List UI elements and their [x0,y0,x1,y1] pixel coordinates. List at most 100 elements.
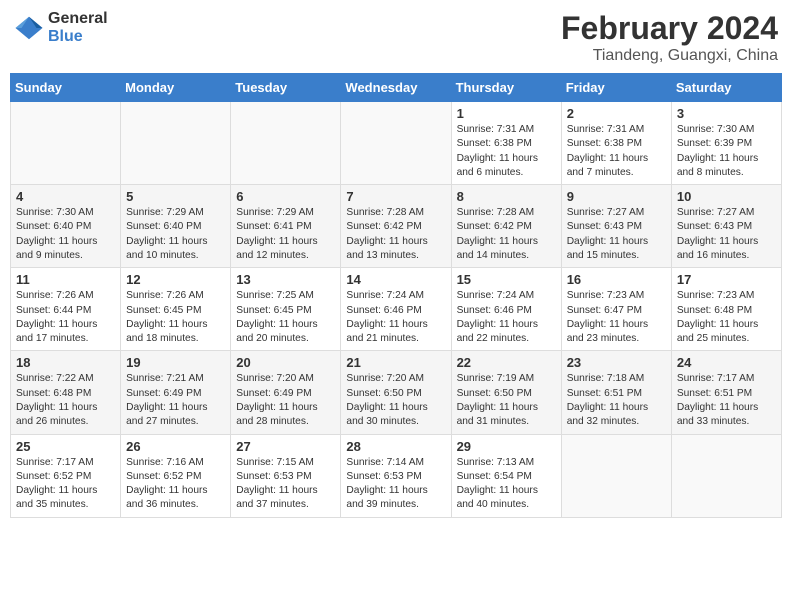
day-info: Sunrise: 7:17 AMSunset: 6:52 PMDaylight:… [16,456,115,513]
day-number: 28 [346,439,445,454]
calendar-cell: 12 Sunrise: 7:26 AMSunset: 6:45 PMDayligh… [121,268,231,351]
day-number: 10 [677,189,776,204]
day-info: Sunrise: 7:19 AMSunset: 6:50 PMDaylight:… [457,372,556,429]
calendar-cell [561,434,671,517]
calendar-cell: 6 Sunrise: 7:29 AMSunset: 6:41 PMDaylight… [231,185,341,268]
day-number: 13 [236,272,335,287]
day-number: 14 [346,272,445,287]
calendar-cell: 9 Sunrise: 7:27 AMSunset: 6:43 PMDaylight… [561,185,671,268]
main-title: February 2024 [561,10,778,47]
day-number: 9 [567,189,666,204]
logo-blue: Blue [48,28,108,46]
calendar-cell: 29 Sunrise: 7:13 AMSunset: 6:54 PMDayligh… [451,434,561,517]
day-info: Sunrise: 7:30 AMSunset: 6:40 PMDaylight:… [16,206,115,263]
day-number: 1 [457,106,556,121]
day-number: 18 [16,355,115,370]
day-number: 6 [236,189,335,204]
day-info: Sunrise: 7:18 AMSunset: 6:51 PMDaylight:… [567,372,666,429]
calendar-cell: 22 Sunrise: 7:19 AMSunset: 6:50 PMDayligh… [451,351,561,434]
calendar-cell: 24 Sunrise: 7:17 AMSunset: 6:51 PMDayligh… [671,351,781,434]
weekday-header-row: Sunday Monday Tuesday Wednesday Thursday… [11,74,782,102]
logo-text: General Blue [48,10,108,45]
day-info: Sunrise: 7:20 AMSunset: 6:49 PMDaylight:… [236,372,335,429]
day-number: 5 [126,189,225,204]
calendar-cell: 7 Sunrise: 7:28 AMSunset: 6:42 PMDaylight… [341,185,451,268]
logo-icon [14,13,44,43]
day-number: 20 [236,355,335,370]
day-number: 22 [457,355,556,370]
day-info: Sunrise: 7:29 AMSunset: 6:40 PMDaylight:… [126,206,225,263]
calendar-cell: 13 Sunrise: 7:25 AMSunset: 6:45 PMDayligh… [231,268,341,351]
day-info: Sunrise: 7:31 AMSunset: 6:38 PMDaylight:… [567,123,666,180]
header-monday: Monday [121,74,231,102]
subtitle: Tiandeng, Guangxi, China [561,47,778,65]
day-info: Sunrise: 7:24 AMSunset: 6:46 PMDaylight:… [457,289,556,346]
calendar-cell: 11 Sunrise: 7:26 AMSunset: 6:44 PMDayligh… [11,268,121,351]
calendar-cell: 10Sunrise: 7:27 AMSunset: 6:43 PMDayligh… [671,185,781,268]
calendar-cell [11,102,121,185]
logo-general: General [48,10,108,28]
calendar-table: Sunday Monday Tuesday Wednesday Thursday… [10,73,782,518]
day-info: Sunrise: 7:30 AMSunset: 6:39 PMDaylight:… [677,123,776,180]
calendar-cell: 8Sunrise: 7:28 AMSunset: 6:42 PMDaylight… [451,185,561,268]
calendar-cell [671,434,781,517]
day-number: 19 [126,355,225,370]
day-number: 12 [126,272,225,287]
day-info: Sunrise: 7:24 AMSunset: 6:46 PMDaylight:… [346,289,445,346]
header-friday: Friday [561,74,671,102]
day-info: Sunrise: 7:22 AMSunset: 6:48 PMDaylight:… [16,372,115,429]
day-number: 27 [236,439,335,454]
day-number: 26 [126,439,225,454]
day-number: 8 [457,189,556,204]
day-info: Sunrise: 7:21 AMSunset: 6:49 PMDaylight:… [126,372,225,429]
calendar-cell: 23 Sunrise: 7:18 AMSunset: 6:51 PMDayligh… [561,351,671,434]
day-number: 29 [457,439,556,454]
day-info: Sunrise: 7:25 AMSunset: 6:45 PMDaylight:… [236,289,335,346]
week-row-4: 18 Sunrise: 7:22 AMSunset: 6:48 PMDayligh… [11,351,782,434]
calendar-cell: 19 Sunrise: 7:21 AMSunset: 6:49 PMDayligh… [121,351,231,434]
calendar-cell [341,102,451,185]
day-number: 21 [346,355,445,370]
header-sunday: Sunday [11,74,121,102]
day-number: 24 [677,355,776,370]
week-row-3: 11 Sunrise: 7:26 AMSunset: 6:44 PMDayligh… [11,268,782,351]
day-number: 2 [567,106,666,121]
day-info: Sunrise: 7:14 AMSunset: 6:53 PMDaylight:… [346,456,445,513]
day-number: 23 [567,355,666,370]
logo: General Blue [14,10,108,45]
header-tuesday: Tuesday [231,74,341,102]
day-info: Sunrise: 7:26 AMSunset: 6:44 PMDaylight:… [16,289,115,346]
day-number: 11 [16,272,115,287]
calendar-cell: 4 Sunrise: 7:30 AMSunset: 6:40 PMDaylight… [11,185,121,268]
day-info: Sunrise: 7:16 AMSunset: 6:52 PMDaylight:… [126,456,225,513]
calendar-cell: 18 Sunrise: 7:22 AMSunset: 6:48 PMDayligh… [11,351,121,434]
week-row-2: 4 Sunrise: 7:30 AMSunset: 6:40 PMDaylight… [11,185,782,268]
day-info: Sunrise: 7:20 AMSunset: 6:50 PMDaylight:… [346,372,445,429]
day-info: Sunrise: 7:23 AMSunset: 6:48 PMDaylight:… [677,289,776,346]
calendar-cell: 5 Sunrise: 7:29 AMSunset: 6:40 PMDaylight… [121,185,231,268]
header-thursday: Thursday [451,74,561,102]
calendar-cell: 28 Sunrise: 7:14 AMSunset: 6:53 PMDayligh… [341,434,451,517]
day-info: Sunrise: 7:28 AMSunset: 6:42 PMDaylight:… [346,206,445,263]
day-info: Sunrise: 7:15 AMSunset: 6:53 PMDaylight:… [236,456,335,513]
day-info: Sunrise: 7:29 AMSunset: 6:41 PMDaylight:… [236,206,335,263]
day-info: Sunrise: 7:13 AMSunset: 6:54 PMDaylight:… [457,456,556,513]
calendar-cell: 1 Sunrise: 7:31 AMSunset: 6:38 PMDaylight… [451,102,561,185]
day-info: Sunrise: 7:26 AMSunset: 6:45 PMDaylight:… [126,289,225,346]
calendar-cell: 26 Sunrise: 7:16 AMSunset: 6:52 PMDayligh… [121,434,231,517]
calendar-cell: 27 Sunrise: 7:15 AMSunset: 6:53 PMDayligh… [231,434,341,517]
day-info: Sunrise: 7:17 AMSunset: 6:51 PMDaylight:… [677,372,776,429]
day-info: Sunrise: 7:31 AMSunset: 6:38 PMDaylight:… [457,123,556,180]
calendar-cell: 3Sunrise: 7:30 AMSunset: 6:39 PMDaylight… [671,102,781,185]
header-saturday: Saturday [671,74,781,102]
day-info: Sunrise: 7:27 AMSunset: 6:43 PMDaylight:… [567,206,666,263]
calendar-cell: 16Sunrise: 7:23 AMSunset: 6:47 PMDayligh… [561,268,671,351]
day-number: 4 [16,189,115,204]
header-wednesday: Wednesday [341,74,451,102]
day-number: 7 [346,189,445,204]
title-area: February 2024 Tiandeng, Guangxi, China [561,10,778,65]
calendar-cell: 25Sunrise: 7:17 AMSunset: 6:52 PMDayligh… [11,434,121,517]
day-number: 17 [677,272,776,287]
calendar-cell [231,102,341,185]
calendar-cell: 21 Sunrise: 7:20 AMSunset: 6:50 PMDayligh… [341,351,451,434]
